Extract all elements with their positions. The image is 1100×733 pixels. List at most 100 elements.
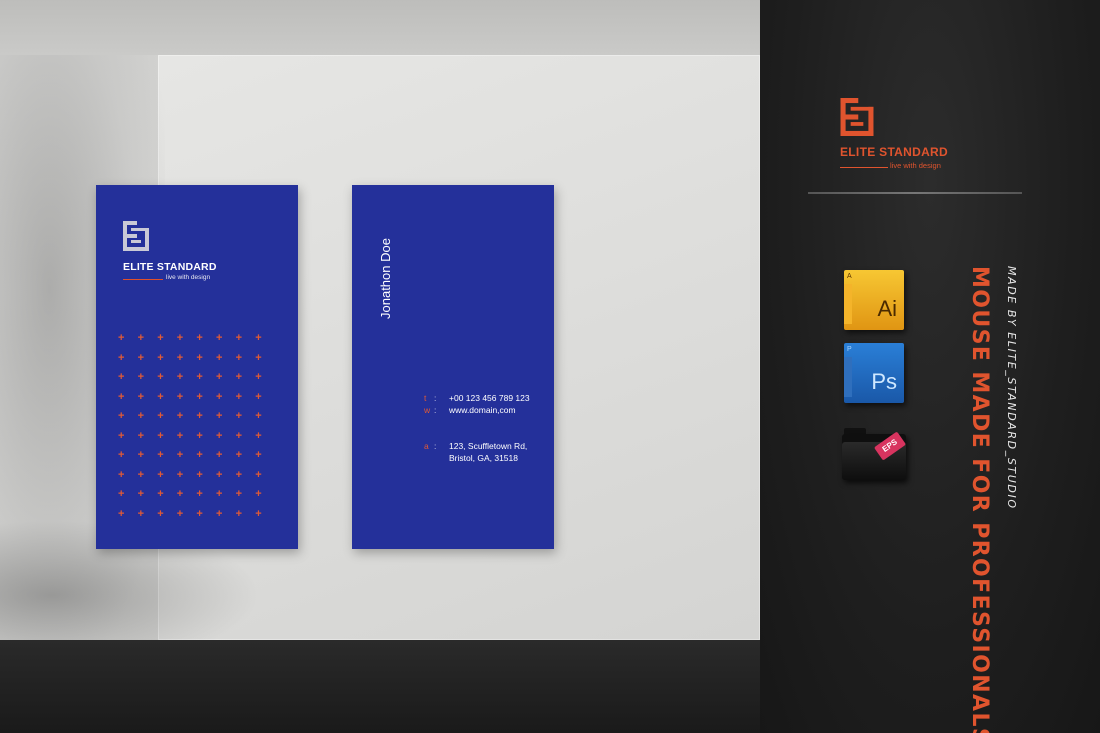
plus-mark: + <box>176 332 184 344</box>
plus-mark: + <box>176 410 184 422</box>
panel-brand-underline <box>840 167 888 168</box>
plus-mark: + <box>118 351 125 364</box>
plus-mark: + <box>137 468 145 481</box>
panel-tagline: live with design <box>890 161 941 170</box>
plus-mark: + <box>176 449 184 461</box>
plus-mark: + <box>235 429 243 442</box>
plus-mark: + <box>196 351 203 364</box>
plus-mark: + <box>216 449 223 461</box>
plus-mark: + <box>255 410 262 422</box>
plus-mark: + <box>157 351 164 364</box>
plus-mark: + <box>137 390 145 403</box>
illustrator-label: Ai <box>877 296 897 321</box>
web-key: w <box>424 405 431 415</box>
plus-mark: + <box>235 410 243 422</box>
plus-mark: + <box>176 507 184 520</box>
plus-mark: + <box>118 468 125 481</box>
top-wall-strip <box>0 0 760 55</box>
panel-divider <box>808 192 1022 194</box>
plus-mark: + <box>176 488 184 500</box>
plus-mark: + <box>216 488 223 500</box>
plus-mark: + <box>137 449 145 461</box>
plus-mark: + <box>235 468 243 481</box>
plus-mark: + <box>118 410 125 422</box>
plus-mark: + <box>235 507 243 520</box>
plus-mark: + <box>216 429 223 442</box>
plus-mark: + <box>118 429 125 442</box>
plus-mark: + <box>118 488 125 500</box>
card-tagline: live with design <box>166 274 211 281</box>
plus-mark: + <box>196 468 203 481</box>
headline-vertical: MOUSE MADE FOR PROFESSIONALS <box>967 266 992 733</box>
floor-band <box>0 640 760 733</box>
plus-mark: + <box>255 449 262 461</box>
plus-mark: + <box>196 488 203 500</box>
plus-mark: + <box>235 332 243 344</box>
business-card-back: Jonathon Doe t : +00 123 456 789 123 w :… <box>352 185 554 549</box>
phone-key: t <box>424 393 427 403</box>
credit-vertical: MADE BY ELITE_STANDARD_STUDIO <box>1005 266 1018 510</box>
plus-mark: + <box>118 371 125 383</box>
plus-mark: + <box>235 390 243 403</box>
plus-mark: + <box>196 507 203 520</box>
plus-mark: + <box>235 488 243 500</box>
plus-mark: + <box>157 429 164 442</box>
card-brand-name: ELITE STANDARD <box>123 261 217 273</box>
plus-mark: + <box>216 371 223 383</box>
elite-standard-logo-icon <box>123 221 149 251</box>
plus-mark: + <box>176 371 184 383</box>
address-key: a <box>424 441 429 451</box>
illustrator-icon: A Ai <box>844 270 904 330</box>
plus-mark: + <box>157 390 164 403</box>
plus-mark: + <box>216 332 223 344</box>
plus-mark: + <box>255 507 262 520</box>
plus-mark: + <box>137 351 145 364</box>
plus-pattern: + + + + + + + + + + + + + + + + + + + + + + + + + + + + + + + + + + + + + + + +… <box>118 332 278 520</box>
plus-mark: + <box>157 488 164 500</box>
plus-mark: + <box>196 410 203 422</box>
plus-mark: + <box>255 371 262 383</box>
plus-mark: + <box>157 332 164 344</box>
plus-mark: + <box>196 390 203 403</box>
elite-standard-logo-icon <box>840 98 874 136</box>
plus-mark: + <box>137 488 145 500</box>
brand-underline <box>123 279 163 280</box>
plus-mark: + <box>176 429 184 442</box>
plus-mark: + <box>196 449 203 461</box>
plus-mark: + <box>235 351 243 364</box>
plus-mark: + <box>196 429 203 442</box>
plus-mark: + <box>176 351 184 364</box>
plus-mark: + <box>176 390 184 403</box>
colon: : <box>434 441 437 451</box>
plus-mark: + <box>137 371 145 383</box>
plus-mark: + <box>196 371 203 383</box>
plus-mark: + <box>137 332 145 344</box>
photoshop-label: Ps <box>871 369 897 394</box>
plus-mark: + <box>255 429 262 442</box>
info-panel: ELITE STANDARD live with design A Ai P P… <box>760 0 1100 733</box>
plus-mark: + <box>118 507 125 520</box>
mockup-scene: ELITE STANDARD live with design + + + + + + + +… <box>0 0 760 733</box>
plus-mark: + <box>255 468 262 481</box>
plus-mark: + <box>157 371 164 383</box>
plus-mark: + <box>216 507 223 520</box>
colon: : <box>434 393 437 403</box>
plus-mark: + <box>157 449 164 461</box>
card-holder-name: Jonathon Doe <box>378 238 393 319</box>
plus-mark: + <box>235 449 243 461</box>
phone-value: +00 123 456 789 123 <box>449 393 530 403</box>
plus-mark: + <box>235 371 243 383</box>
plus-mark: + <box>255 390 262 403</box>
plus-mark: + <box>196 332 203 344</box>
plus-mark: + <box>176 468 184 481</box>
panel-brand-name: ELITE STANDARD <box>840 145 948 159</box>
plus-mark: + <box>137 507 145 520</box>
photoshop-icon: P Ps <box>844 343 904 403</box>
web-value: www.domain,com <box>449 405 516 415</box>
plus-mark: + <box>157 410 164 422</box>
address-line-1: 123, Scuffletown Rd, <box>449 441 528 451</box>
plus-mark: + <box>118 390 125 403</box>
plus-mark: + <box>137 429 145 442</box>
plus-mark: + <box>255 488 262 500</box>
plus-mark: + <box>255 332 262 344</box>
